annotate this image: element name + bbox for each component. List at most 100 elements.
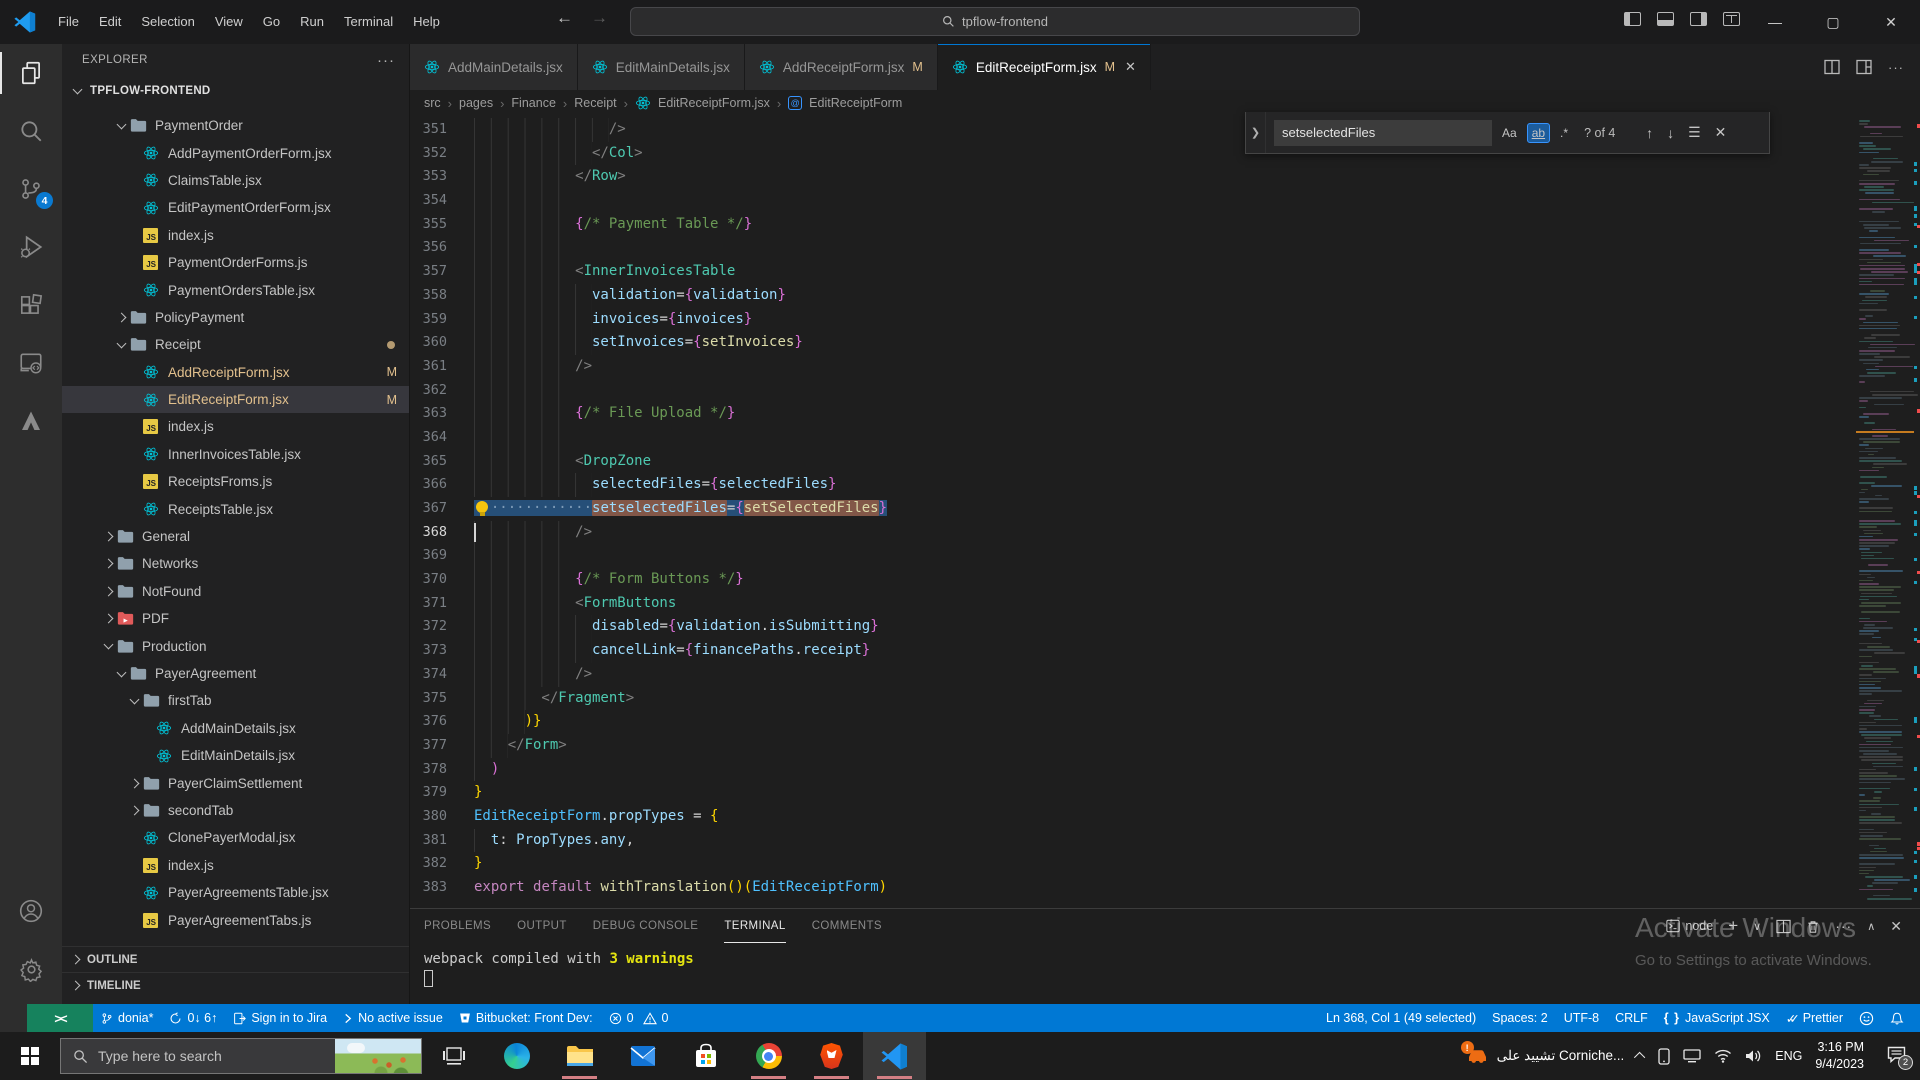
code-line-382[interactable]: 382}	[410, 852, 1856, 876]
close-tab-icon[interactable]: ✕	[1125, 59, 1136, 75]
tree-file-payeragreementtabs-js[interactable]: JSPayerAgreementTabs.js	[62, 906, 409, 933]
taskbar-app-mail[interactable]	[611, 1032, 674, 1080]
find-in-selection-icon[interactable]: ☰	[1688, 124, 1701, 141]
close-panel-icon[interactable]: ✕	[1890, 918, 1902, 935]
status-indentation[interactable]: Spaces: 2	[1484, 1004, 1556, 1032]
back-arrow-icon[interactable]: ←	[556, 8, 573, 28]
breadcrumb-item[interactable]: pages	[459, 96, 493, 110]
maximize-panel-chevron[interactable]: ∧	[1867, 920, 1875, 933]
forward-arrow-icon[interactable]: →	[591, 8, 608, 28]
git-branch-status[interactable]: donia*	[93, 1004, 161, 1032]
tree-folder-general[interactable]: General	[62, 523, 409, 550]
panel-tab-output[interactable]: OUTPUT	[517, 909, 567, 943]
kill-terminal-icon[interactable]	[1806, 919, 1820, 934]
sidebar-panel-timeline[interactable]: TIMELINE	[62, 972, 409, 998]
tree-file-receiptsfroms-js[interactable]: JSReceiptsFroms.js	[62, 468, 409, 495]
tree-folder-receipt[interactable]: Receipt	[62, 331, 409, 358]
terminal-instance-label[interactable]: node	[1666, 919, 1713, 933]
status-eol[interactable]: CRLF	[1607, 1004, 1656, 1032]
phone-icon[interactable]	[1658, 1048, 1670, 1065]
split-editor-icon[interactable]	[1824, 59, 1840, 75]
action-center-button[interactable]: 2	[1887, 1046, 1906, 1066]
tab-addreceiptform-jsx[interactable]: AddReceiptForm.jsxM	[745, 44, 938, 90]
tree-folder-firsttab[interactable]: firstTab	[62, 687, 409, 714]
code-line-376[interactable]: 376 )}	[410, 710, 1856, 734]
next-match-icon[interactable]: ↓	[1667, 125, 1674, 141]
status-feedback[interactable]	[1851, 1004, 1882, 1032]
tree-folder-payerclaimsettlement[interactable]: PayerClaimSettlement	[62, 769, 409, 796]
tree-file-addmaindetails-jsx[interactable]: AddMainDetails.jsx	[62, 715, 409, 742]
code-line-378[interactable]: 378 )	[410, 758, 1856, 782]
breadcrumb-item[interactable]: Receipt	[574, 96, 616, 110]
panel-tab-debug-console[interactable]: DEBUG CONSOLE	[593, 909, 699, 943]
status-formatter[interactable]: ✓✓Prettier	[1778, 1004, 1851, 1032]
more-actions-icon[interactable]: ···	[377, 52, 395, 69]
split-terminal-icon[interactable]	[1776, 919, 1791, 934]
code-line-365[interactable]: 365 <DropZone	[410, 450, 1856, 474]
tree-file-receiptstable-jsx[interactable]: ReceiptsTable.jsx	[62, 495, 409, 522]
breadcrumb-symbol[interactable]: EditReceiptForm	[809, 96, 902, 110]
regex-toggle[interactable]: .*	[1556, 124, 1572, 142]
jira-signin-status[interactable]: Sign in to Jira	[225, 1004, 335, 1032]
menu-go[interactable]: Go	[253, 8, 290, 36]
sidebar-panel-outline[interactable]: OUTLINE	[62, 946, 409, 972]
activity-source-control-icon[interactable]: 4	[0, 160, 62, 218]
minimize-button[interactable]: —	[1746, 0, 1804, 44]
tray-notification-message[interactable]: ! تشييد على Corniche...	[1467, 1048, 1625, 1064]
language-indicator[interactable]: ENG	[1775, 1049, 1802, 1063]
toggle-secondary-sidebar-icon[interactable]	[1690, 12, 1707, 26]
code-line-353[interactable]: 353 </Row>	[410, 165, 1856, 189]
taskbar-app-store[interactable]	[674, 1032, 737, 1080]
tab-addmaindetails-jsx[interactable]: AddMainDetails.jsx	[410, 44, 578, 90]
activity-run-debug-icon[interactable]	[0, 218, 62, 276]
match-case-toggle[interactable]: Aa	[1498, 124, 1521, 142]
layout-icon[interactable]	[1856, 59, 1872, 75]
menu-help[interactable]: Help	[403, 8, 450, 36]
find-collapse-icon[interactable]: ❯	[1246, 112, 1266, 153]
menu-edit[interactable]: Edit	[89, 8, 131, 36]
whole-word-toggle[interactable]: ab	[1527, 123, 1550, 143]
panel-tab-comments[interactable]: COMMENTS	[812, 909, 882, 943]
tree-file-index-js[interactable]: JSindex.js	[62, 413, 409, 440]
menu-terminal[interactable]: Terminal	[334, 8, 403, 36]
status-cursor-position[interactable]: Ln 368, Col 1 (49 selected)	[1318, 1004, 1484, 1032]
activity-settings-icon[interactable]	[0, 940, 62, 998]
task-view-button[interactable]	[422, 1032, 485, 1080]
tree-file-paymentorderforms-js[interactable]: JSPaymentOrderForms.js	[62, 249, 409, 276]
tree-folder-secondtab[interactable]: secondTab	[62, 797, 409, 824]
taskbar-search[interactable]: Type here to search	[60, 1038, 422, 1074]
toggle-sidebar-icon[interactable]	[1624, 12, 1641, 26]
code-line-362[interactable]: 362	[410, 379, 1856, 403]
code-line-371[interactable]: 371 <FormButtons	[410, 592, 1856, 616]
previous-match-icon[interactable]: ↑	[1646, 125, 1653, 141]
code-line-358[interactable]: 358 validation={validation}	[410, 284, 1856, 308]
status-language[interactable]: { }JavaScript JSX	[1656, 1004, 1778, 1032]
close-button[interactable]: ✕	[1862, 0, 1920, 44]
tree-folder-notfound[interactable]: NotFound	[62, 578, 409, 605]
customize-layout-icon[interactable]	[1723, 12, 1740, 26]
code-line-375[interactable]: 375 </Fragment>	[410, 687, 1856, 711]
close-find-icon[interactable]: ✕	[1715, 124, 1727, 141]
code-line-380[interactable]: 380EditReceiptForm.propTypes = {	[410, 805, 1856, 829]
tree-file-claimstable-jsx[interactable]: ClaimsTable.jsx	[62, 167, 409, 194]
tab-editmaindetails-jsx[interactable]: EditMainDetails.jsx	[578, 44, 745, 90]
tree-folder-pdf[interactable]: ▶PDF	[62, 605, 409, 632]
code-line-357[interactable]: 357 <InnerInvoicesTable	[410, 260, 1856, 284]
workspace-root-folder[interactable]: TPFLOW-FRONTEND	[62, 76, 409, 106]
panel-tab-problems[interactable]: PROBLEMS	[424, 909, 491, 943]
activity-accounts-icon[interactable]	[0, 882, 62, 940]
lightbulb-icon[interactable]	[476, 501, 488, 513]
tree-file-editpaymentorderform-jsx[interactable]: EditPaymentOrderForm.jsx	[62, 194, 409, 221]
more-actions-icon[interactable]: ···	[1888, 60, 1904, 75]
code-line-369[interactable]: 369	[410, 544, 1856, 568]
code-line-383[interactable]: 383export default withTranslation()(Edit…	[410, 876, 1856, 900]
code-line-366[interactable]: 366 selectedFiles={selectedFiles}	[410, 473, 1856, 497]
activity-search-icon[interactable]	[0, 102, 62, 160]
taskbar-app-brave[interactable]	[800, 1032, 863, 1080]
code-line-367[interactable]: 367··············setselectedFiles={setSe…	[410, 497, 1856, 521]
tree-file-editreceiptform-jsx[interactable]: EditReceiptForm.jsxM	[62, 386, 409, 413]
tree-file-payeragreementstable-jsx[interactable]: PayerAgreementsTable.jsx	[62, 879, 409, 906]
taskbar-app-file-explorer[interactable]	[548, 1032, 611, 1080]
find-input[interactable]	[1274, 120, 1492, 146]
minimap[interactable]	[1856, 116, 1914, 908]
